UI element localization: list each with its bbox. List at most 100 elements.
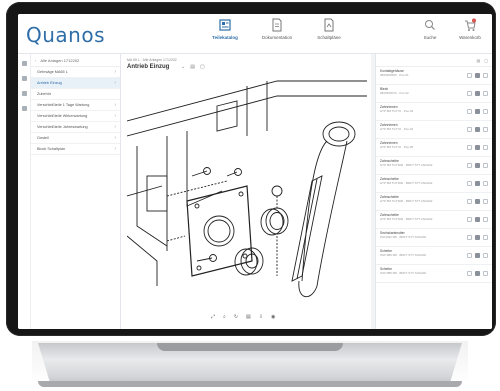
more-icon[interactable] <box>483 163 488 168</box>
search-button[interactable]: Suche <box>416 18 444 40</box>
part-actions <box>467 217 488 222</box>
breadcrumb[interactable]: MA 65 L · Alle Anlagen 1712202 <box>127 58 177 62</box>
more-icon[interactable] <box>483 199 488 204</box>
info-icon[interactable] <box>467 235 472 240</box>
chevron-left-icon: ‹ <box>35 57 37 63</box>
sidebar-item[interactable]: Gestell › <box>31 133 120 144</box>
parts-list-row[interactable]: Zahnriemen HTP 8M TGT70 · Pos 05 <box>376 139 492 157</box>
document-icon <box>272 18 282 32</box>
share-icon[interactable]: ▢ <box>200 64 205 70</box>
sidebar-header[interactable]: ‹ Alle Anlagen 1712202 <box>31 54 120 67</box>
sidebar-item-label: Zubehör <box>37 92 52 96</box>
parts-list-row[interactable]: Scheibe ISO7089 M8 · BRKT STT ANG002 <box>376 247 492 265</box>
parts-list-row[interactable]: Zahnscheibe HTP 8M TGTR40 · BRKT STT ANG0… <box>376 211 492 229</box>
parts-list-row[interactable]: Zahnscheibe HTP 8M TGTR40 · BRKT STT ANG0… <box>376 175 492 193</box>
cart-add-icon[interactable] <box>475 235 480 240</box>
more-icon[interactable] <box>483 217 488 222</box>
info-icon[interactable] <box>467 271 472 276</box>
info-icon[interactable] <box>467 199 472 204</box>
eye-icon[interactable]: ◉ <box>271 314 275 320</box>
parts-list-row[interactable]: Sechskantmutter ISO4032 M8 · BRKT STT ANG… <box>376 229 492 247</box>
more-icon[interactable] <box>483 235 488 240</box>
nav-tab-catalog[interactable]: Teilekatalog <box>206 18 244 40</box>
nav-tab-label: Teilekatalog <box>212 35 238 40</box>
cart-add-icon[interactable] <box>475 181 480 186</box>
sidebar-item-label: Verschleißteile Jahreswartung <box>37 125 88 129</box>
parts-list-row[interactable]: Zahnscheibe HTP 8M TGTR40 · BRKT STT ANG0… <box>376 157 492 175</box>
cart-add-icon[interactable] <box>475 253 480 258</box>
parts-list-row[interactable]: Kontaktgehäuse 0820306560 · Pos 01 <box>376 67 492 85</box>
cart-label: Warenkorb <box>459 35 481 40</box>
info-icon[interactable] <box>467 109 472 114</box>
cart-add-icon[interactable] <box>475 91 480 96</box>
info-icon[interactable] <box>467 163 472 168</box>
cart-add-icon[interactable] <box>475 217 480 222</box>
more-icon[interactable] <box>483 181 488 186</box>
info-icon[interactable] <box>467 253 472 258</box>
search-icon <box>425 20 435 30</box>
sidebar-item[interactable]: Gehrsäge MA65 L › <box>31 67 120 78</box>
info-icon[interactable] <box>467 181 472 186</box>
nav-tab-documentation[interactable]: Dokumentation <box>258 18 296 40</box>
cart-add-icon[interactable] <box>475 199 480 204</box>
page-title: Antrieb Einzug <box>127 64 170 70</box>
rail-collapse-icon[interactable] <box>21 61 27 66</box>
title-toolbar: ⌄ ▤ ▢ <box>181 64 205 70</box>
sidebar-item[interactable]: Block Schaltplan › <box>31 144 120 155</box>
cart-icon[interactable]: ▢ <box>484 58 488 63</box>
sidebar-item-label: Gestell <box>37 136 49 140</box>
cart-button[interactable]: Warenkorb <box>456 18 484 40</box>
cart-add-icon[interactable] <box>475 73 480 78</box>
schematic-icon <box>324 18 334 32</box>
cart-add-icon[interactable] <box>475 127 480 132</box>
info-icon[interactable] <box>467 91 472 96</box>
nav-tab-label: Schaltpläne <box>317 35 341 40</box>
more-icon[interactable] <box>483 271 488 276</box>
sidebar-item-label: Antrieb Einzug <box>37 81 62 85</box>
more-icon[interactable] <box>483 91 488 96</box>
download-icon[interactable]: ⇩ <box>259 314 263 320</box>
part-actions <box>467 91 488 96</box>
sidebar-item[interactable]: Zubehör <box>31 89 120 100</box>
app-logo[interactable]: Quanos <box>26 23 105 47</box>
sidebar-item[interactable]: Verschleißteile 1 Tage Wartung › <box>31 100 120 111</box>
zoom-icon[interactable]: ⌕ <box>223 314 226 320</box>
info-icon[interactable] <box>467 127 472 132</box>
parts-list-row[interactable]: Zahnriemen HTP 8M TGT70 · Pos 03 <box>376 103 492 121</box>
rail-list-icon[interactable] <box>21 91 27 96</box>
exploded-view-drawing[interactable] <box>127 76 367 308</box>
sidebar-item[interactable]: Verschleißteile Jahreswartung › <box>31 122 120 133</box>
more-icon[interactable] <box>483 145 488 150</box>
more-icon[interactable] <box>483 109 488 114</box>
rail-bookmark-icon[interactable] <box>21 106 27 111</box>
parts-list-row[interactable]: Zahnscheibe HTP 8M TGTR40 · BRKT STT ANG0… <box>376 193 492 211</box>
sidebar-item[interactable]: Verschleißteile Wirkerwartung › <box>31 111 120 122</box>
print-icon[interactable]: ▤ <box>190 64 195 70</box>
laptop-notch <box>157 343 343 351</box>
more-icon[interactable] <box>483 253 488 258</box>
more-icon[interactable] <box>483 73 488 78</box>
cart-add-icon[interactable] <box>475 271 480 276</box>
drawing-panel: MA 65 L · Alle Anlagen 1712202 Antrieb E… <box>121 54 371 329</box>
cart-add-icon[interactable] <box>475 145 480 150</box>
print-icon[interactable]: ▤ <box>246 314 251 320</box>
cart-add-icon[interactable] <box>475 109 480 114</box>
part-actions <box>467 199 488 204</box>
chevron-down-icon[interactable]: ⌄ <box>181 64 185 70</box>
parts-list-row[interactable]: Scheibe ISO7089 M8 · BRKT STT ANG002 <box>376 265 492 283</box>
more-icon[interactable] <box>483 127 488 132</box>
parts-list-row[interactable]: Zahnriemen HTP 8M TGT70 · Pos 04 <box>376 121 492 139</box>
part-actions <box>467 127 488 132</box>
cart-add-icon[interactable] <box>475 163 480 168</box>
sidebar-header-label: Alle Anlagen 1712202 <box>40 57 80 63</box>
nav-tab-schematics[interactable]: Schaltpläne <box>310 18 348 40</box>
list-view-icon[interactable]: ▤ <box>476 58 480 63</box>
rotate-icon[interactable]: ↻ <box>234 314 238 320</box>
rail-tree-icon[interactable] <box>21 76 27 81</box>
info-icon[interactable] <box>467 145 472 150</box>
parts-list-row[interactable]: Blech 0820306070 · Pos 02 <box>376 85 492 103</box>
sidebar-item-active[interactable]: Antrieb Einzug › <box>31 78 120 89</box>
info-icon[interactable] <box>467 73 472 78</box>
fit-icon[interactable]: ⤢ <box>211 314 215 320</box>
info-icon[interactable] <box>467 217 472 222</box>
